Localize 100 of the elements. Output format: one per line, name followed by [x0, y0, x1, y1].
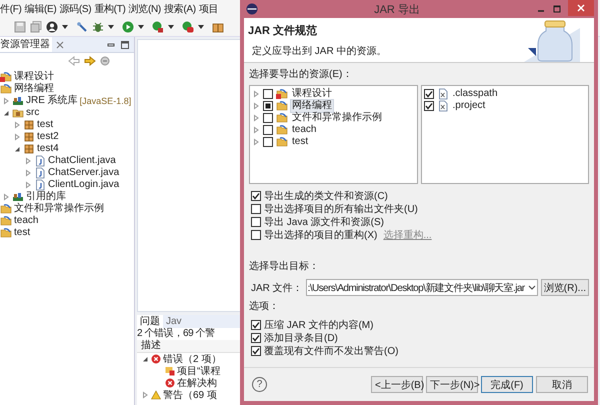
checkbox[interactable]: [251, 190, 261, 200]
checkbox[interactable]: [251, 332, 261, 342]
tree-item[interactable]: test2: [37, 131, 59, 143]
menu-item[interactable]: 编辑(E): [24, 2, 56, 16]
person-icon[interactable]: [46, 21, 58, 33]
checkbox[interactable]: [424, 101, 434, 111]
view-tab[interactable]: Jav: [163, 315, 185, 328]
run-config-icon[interactable]: [152, 21, 164, 33]
checkbox[interactable]: [251, 216, 261, 226]
menu-item[interactable]: 浏览(N): [128, 2, 161, 16]
checkbox[interactable]: [263, 137, 273, 147]
tree-item[interactable]: teach: [14, 215, 38, 227]
external-tools-icon[interactable]: [182, 21, 194, 33]
menu-item[interactable]: 项目: [198, 2, 218, 16]
save-all-icon[interactable]: [30, 21, 42, 33]
tree-item[interactable]: 文件和异常操作示例: [291, 112, 383, 124]
checkbox[interactable]: [251, 230, 261, 240]
menu-item[interactable]: 重构(T): [94, 2, 126, 16]
jar-path-combo[interactable]: :\Users\Administrator\Desktop\新建文件夹\lib\聊天室.jar: [306, 279, 538, 296]
caret-icon[interactable]: [198, 25, 204, 29]
problem-item[interactable]: 项目“课程: [177, 364, 220, 378]
xml-file-icon: [436, 100, 448, 112]
checkbox[interactable]: [251, 320, 261, 330]
list-item[interactable]: .classpath: [452, 88, 499, 100]
warning-icon: [151, 390, 161, 400]
run-icon[interactable]: [122, 21, 134, 33]
wizard-button[interactable]: 取消: [536, 376, 588, 393]
expander-icon[interactable]: [141, 355, 149, 363]
tree-item[interactable]: 引用的库: [26, 191, 66, 203]
tree-item[interactable]: ClientLogin.java: [48, 179, 120, 191]
tree-item[interactable]: 课程设计: [291, 88, 333, 100]
checkbox[interactable]: [263, 125, 273, 135]
menu-item[interactable]: 源码(S): [59, 2, 92, 16]
package-icon[interactable]: [212, 21, 224, 33]
tree-item[interactable]: test4: [37, 143, 59, 155]
tree-item[interactable]: 文件和异常操作示例: [14, 203, 104, 215]
problems-summary: 2 个错误，69 个警: [137, 328, 216, 340]
list-item[interactable]: .project: [452, 100, 486, 112]
project-folder-icon: [0, 83, 12, 95]
checkbox[interactable]: [263, 101, 273, 111]
caret-icon[interactable]: [138, 25, 144, 29]
column-header[interactable]: 描述: [137, 340, 241, 353]
tree-item[interactable]: 网络编程: [14, 83, 54, 95]
project-folder-icon: [276, 124, 288, 136]
bug-icon[interactable]: [92, 21, 104, 33]
checkbox-label[interactable]: 添加目录条目(D): [264, 330, 338, 344]
section-label: 选项：: [249, 301, 279, 313]
view-tab[interactable]: 问题: [137, 315, 163, 328]
pin-icon[interactable]: [76, 21, 88, 33]
problem-item[interactable]: 警告（69 项: [163, 388, 217, 402]
library-icon: [12, 191, 24, 203]
menu-item[interactable]: 搜索(A): [164, 2, 196, 16]
checkbox-label[interactable]: 导出生成的类文件和资源(C): [264, 188, 388, 202]
tree-item[interactable]: ChatServer.java: [48, 167, 120, 179]
wizard-button[interactable]: 下一步(N)>: [426, 376, 478, 393]
view-tab[interactable]: 资源管理器: [0, 37, 52, 52]
tree-item[interactable]: test: [14, 227, 30, 239]
tree-item[interactable]: src: [26, 107, 40, 119]
java-file-icon: [34, 179, 46, 191]
checkbox[interactable]: [424, 89, 434, 99]
forward-arrow-icon[interactable]: [84, 56, 96, 66]
tree-item[interactable]: 课程设计: [14, 71, 54, 83]
save-icon[interactable]: [14, 21, 26, 33]
tree-item[interactable]: JRE 系统库: [26, 95, 78, 107]
close-button[interactable]: [568, 0, 594, 16]
checkbox-label[interactable]: 导出 Java 源文件和资源(S): [264, 214, 384, 228]
checkbox[interactable]: [251, 346, 261, 356]
library-icon: [12, 95, 24, 107]
source-folder-icon: [12, 107, 24, 119]
checkbox-label[interactable]: 导出选择的项目的重构(X): [264, 228, 378, 242]
wizard-button[interactable]: 完成(F): [481, 376, 533, 393]
maximize-icon[interactable]: [120, 40, 130, 50]
checkbox[interactable]: [263, 113, 273, 123]
caret-icon[interactable]: [108, 25, 114, 29]
wizard-button[interactable]: <上一步(B): [371, 376, 423, 393]
browse-button[interactable]: 浏览(R)...: [540, 279, 589, 296]
close-icon[interactable]: [56, 40, 64, 48]
page-description: 定义应导出到 JAR 中的资源。: [251, 44, 386, 58]
app-icon: [246, 3, 258, 15]
error-icon: [165, 378, 175, 388]
section-label: 选择导出目标：: [249, 261, 319, 273]
problem-item[interactable]: 错误（2 项）: [163, 352, 222, 366]
tree-item[interactable]: test: [291, 136, 310, 148]
maximize-icon[interactable]: [552, 4, 562, 14]
checkbox-label[interactable]: 压缩 JAR 文件的内容(M): [264, 318, 374, 332]
tree-item[interactable]: test: [37, 119, 54, 131]
menu-item[interactable]: 件(F): [0, 2, 22, 16]
checkbox-label[interactable]: 导出选择项目的所有输出文件夹(U): [264, 202, 418, 216]
checkbox[interactable]: [263, 89, 273, 99]
checkbox[interactable]: [251, 204, 261, 214]
help-button[interactable]: ?: [252, 377, 267, 392]
tree-item[interactable]: ChatClient.java: [48, 155, 116, 167]
checkbox-label[interactable]: 覆盖现有文件而不发出警告(O): [264, 344, 398, 358]
expander-icon[interactable]: [2, 109, 10, 117]
tree-item[interactable]: 网络编程: [291, 100, 333, 112]
problem-item[interactable]: 在解决构: [177, 376, 217, 390]
caret-icon[interactable]: [168, 25, 174, 29]
tree-item[interactable]: teach: [291, 124, 318, 136]
expander-icon[interactable]: [13, 145, 21, 153]
caret-icon[interactable]: [62, 25, 68, 29]
